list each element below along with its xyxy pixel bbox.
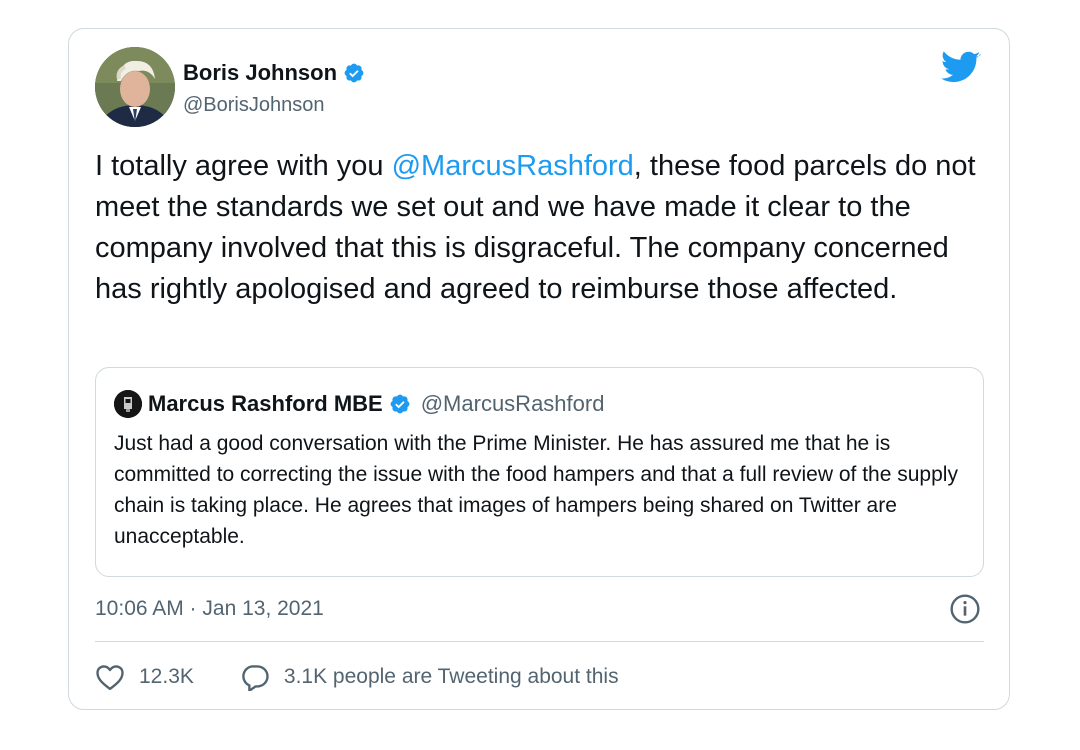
quoted-author-avatar (114, 390, 142, 418)
tweet-actions: 12.3K 3.1K people are Tweeting about thi… (95, 663, 619, 691)
quoted-author-handle: @MarcusRashford (420, 391, 605, 416)
author-name[interactable]: Boris Johnson (183, 59, 337, 87)
divider (95, 641, 984, 642)
tweet-card[interactable]: Boris Johnson @BorisJohnson I totally ag… (68, 28, 1010, 710)
heart-icon[interactable] (95, 663, 125, 691)
quoted-author-name: Marcus Rashford MBE (148, 391, 383, 416)
speech-bubble-icon[interactable] (240, 663, 270, 691)
verified-badge-icon (390, 394, 410, 414)
author-name-row[interactable]: Boris Johnson (183, 59, 365, 87)
twitter-bird-icon[interactable] (941, 51, 981, 85)
quoted-tweet-text: Just had a good conversation with the Pr… (114, 432, 958, 548)
tweet-text-part: I totally agree with you (95, 150, 392, 182)
tweet-timestamp[interactable]: 10:06 AM · Jan 13, 2021 (95, 595, 324, 623)
tweet-text: I totally agree with you @MarcusRashford… (95, 146, 995, 310)
info-icon[interactable] (949, 593, 981, 625)
verified-badge-icon (344, 63, 364, 83)
mention-link[interactable]: @MarcusRashford (392, 150, 634, 182)
author-avatar[interactable] (95, 47, 175, 127)
quoted-tweet[interactable]: Marcus Rashford MBE @MarcusRashford Just… (95, 367, 984, 577)
like-count[interactable]: 12.3K (139, 663, 194, 691)
author-handle[interactable]: @BorisJohnson (183, 92, 324, 118)
conversation-link[interactable]: 3.1K people are Tweeting about this (240, 663, 619, 691)
quoted-tweet-header: Marcus Rashford MBE @MarcusRashford (114, 390, 604, 418)
like-button[interactable]: 12.3K (95, 663, 194, 691)
tweeting-about-text[interactable]: 3.1K people are Tweeting about this (284, 663, 619, 691)
